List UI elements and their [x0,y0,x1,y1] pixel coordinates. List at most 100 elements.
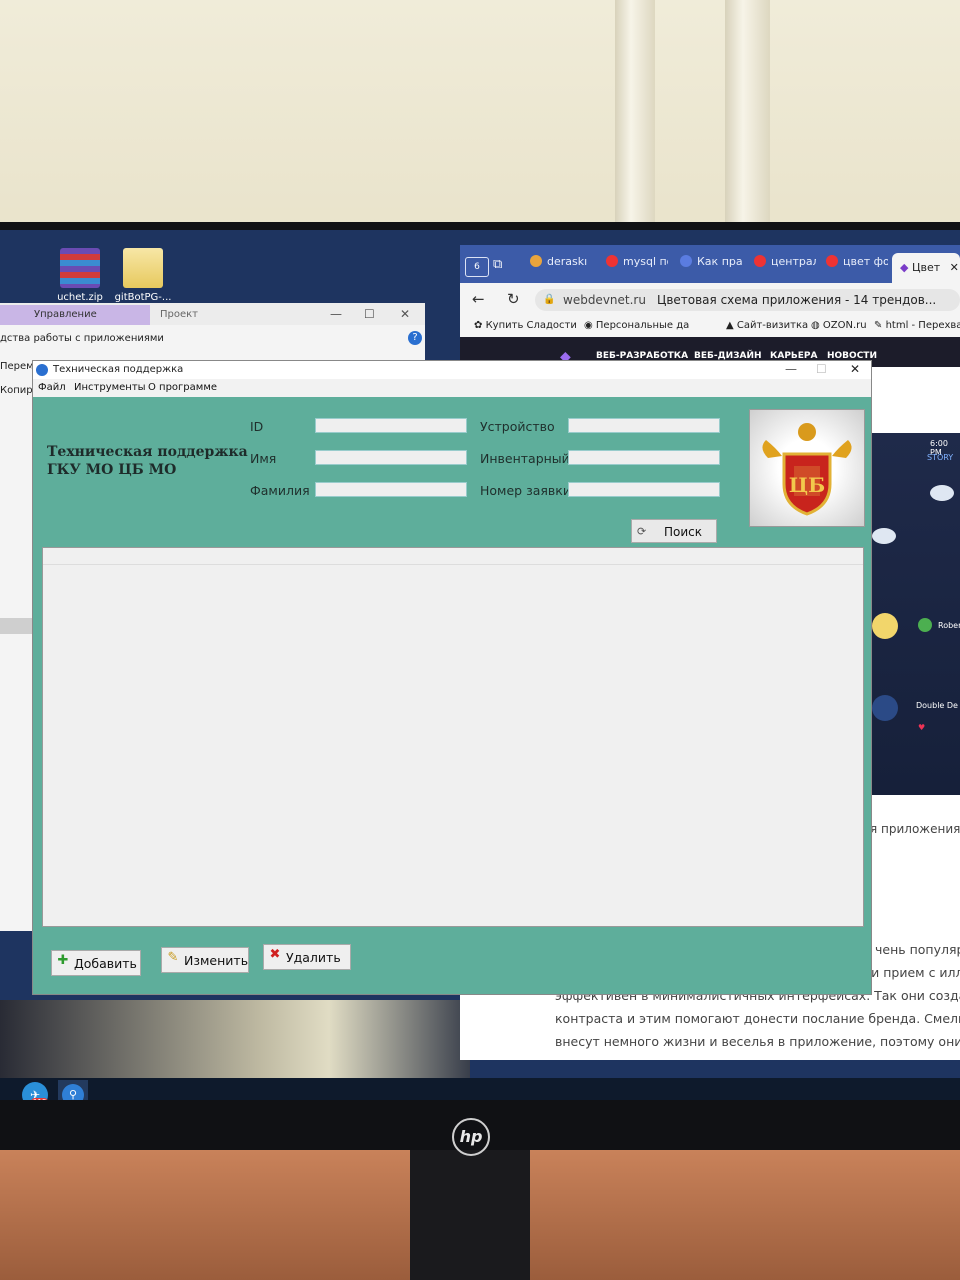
heart-icon: ♥ [918,723,926,732]
avatar [918,618,932,632]
explorer-tab-manage[interactable]: Управление [0,305,150,325]
search-button[interactable]: ⟳ Поиск [631,519,717,543]
wallpaper-highlight [0,1000,470,1080]
page-title: Цветовая схема приложения - 14 трендов..… [657,293,937,307]
winrar-archive-icon [60,248,100,288]
emblem-text: ЦБ [789,473,825,497]
emblem-logo: ЦБ [749,409,865,527]
app-client-area: Техническая поддержка ГКУ МО ЦБ МО ID Им… [33,397,871,994]
first-name-label: Имя [250,451,277,466]
plus-icon: ✚ [57,953,69,968]
grid-header [43,548,863,565]
explorer-ribbon: Управление Проект — ☐ ✕ [0,303,425,325]
app-icon [36,364,48,376]
ticket-number-field[interactable] [568,482,720,497]
explorer-tab-project[interactable]: Проект [160,309,198,320]
monitor-stand [410,1150,530,1280]
tab-group-icon[interactable]: 6 [465,257,489,277]
pencil-icon: ✎ [167,950,179,965]
id-field[interactable] [315,418,467,433]
search-icon: ⟳ [637,525,647,538]
add-button[interactable]: ✚ Добавить [51,950,141,976]
search-app-icon[interactable]: ⚲ [62,1084,84,1100]
menu-about[interactable]: О программе [148,382,217,393]
article-fragment: я приложения [870,822,960,836]
ticket-number-label: Номер заявки [480,483,571,498]
delete-button[interactable]: ✖ Удалить [263,944,351,970]
lock-icon: 🔒 [543,294,556,305]
article-line: внесут немного жизни и веселья в приложе… [555,1034,960,1049]
maximize-icon[interactable]: ☐ [364,307,375,321]
edit-button[interactable]: ✎ Изменить [161,947,249,973]
bookmark-item[interactable]: ✎ html - Перехват [874,320,960,331]
tab-favicon-icon: ◆ [900,261,909,274]
phone-mockup-image: 6:00 PM STORY Rober Double De ♥ [872,433,960,795]
notification-badge: 118 [31,1098,49,1100]
back-arrow-icon[interactable]: ← [472,290,485,308]
support-app-window[interactable]: Техническая поддержка — ☐ ✕ Файл Инструм… [32,360,872,995]
tab-favicon-icon [530,255,542,267]
minimize-icon[interactable]: — [785,362,797,376]
last-name-field[interactable] [315,482,467,497]
device-field[interactable] [568,418,720,433]
phone-story-label: STORY [927,453,954,462]
desktop-icon-uchet[interactable]: uchet.zip [45,248,115,303]
hp-logo: hp [452,1118,490,1156]
phone-event-name: Double De [916,701,958,710]
browser-tab[interactable]: цвет фо [826,255,888,277]
taskbar: ✈ 118 ⚲ [0,1078,960,1100]
last-name-label: Фамилия [250,483,310,498]
tab-favicon-icon [680,255,692,267]
yandex-icon [606,255,618,267]
desktop-icon-label: gitBotPG-... [114,292,172,303]
browser-tabstrip: 6 ⧉ deraskı mysql по Как пра централ цве… [460,245,960,283]
new-tab-icon[interactable]: ⧉ [493,257,502,272]
close-tab-icon[interactable]: ✕ [950,261,959,274]
help-icon[interactable]: ? [408,331,422,345]
app-window-title: Техническая поддержка [53,364,184,375]
sun-icon [872,613,898,639]
bookmark-item[interactable]: ✿ Купить Сладости [474,320,577,331]
bookmark-item[interactable]: ▲ Сайт-визитка [726,320,808,331]
desktop-icon-gitbot[interactable]: gitBotPG-... [108,248,178,303]
yandex-icon [826,255,838,267]
browser-tab[interactable]: Как пра [680,255,742,277]
address-bar[interactable]: 🔒 webdevnet.ru Цветовая схема приложения… [535,289,960,311]
app-titlebar: Техническая поддержка — ☐ ✕ [33,361,871,379]
browser-tab-active[interactable]: ◆ Цвет ✕ [892,253,960,283]
phone-user-name: Rober [938,621,960,630]
menu-file[interactable]: Файл [38,382,66,393]
menu-tools[interactable]: Инструменты [74,382,146,393]
cloud-icon [930,485,954,501]
browser-tab[interactable]: mysql по [606,255,668,277]
browser-tab[interactable]: централ [754,255,816,277]
app-menubar: Файл Инструменты О программе [33,379,871,397]
location-pin-icon [872,695,898,721]
reload-icon[interactable]: ↻ [507,290,520,308]
explorer-selected-row[interactable] [0,618,35,634]
cloud-icon [872,528,896,544]
first-name-field[interactable] [315,450,467,465]
close-icon[interactable]: ✕ [400,307,410,321]
room-wall [0,0,960,235]
org-title: Техническая поддержка ГКУ МО ЦБ МО [47,444,248,478]
wall-pipe [725,0,770,235]
delete-x-icon: ✖ [269,947,281,962]
maximize-icon[interactable]: ☐ [816,362,827,376]
bookmarks-bar: ✿ Купить Сладости ◉ Персональные да ▲ Са… [460,315,960,337]
desktop-icon-label: uchet.zip [57,292,103,303]
inventory-field[interactable] [568,450,720,465]
browser-tab[interactable]: deraskı [530,255,592,277]
yandex-icon [754,255,766,267]
article-line: контраста и этим помогают донести послан… [555,1011,960,1026]
bookmark-item[interactable]: ◉ Персональные да [584,320,689,331]
bookmark-item[interactable]: ◍ OZON.ru [811,320,867,331]
tickets-grid[interactable] [42,547,864,927]
inventory-label: Инвентарный [480,451,570,466]
browser-toolbar: ← ↻ 🔒 webdevnet.ru Цветовая схема прилож… [460,283,960,315]
wall-pipe [615,0,655,235]
close-icon[interactable]: ✕ [850,362,860,376]
id-label: ID [250,419,264,434]
coat-of-arms-icon: ЦБ [762,423,852,516]
minimize-icon[interactable]: — [330,307,342,321]
